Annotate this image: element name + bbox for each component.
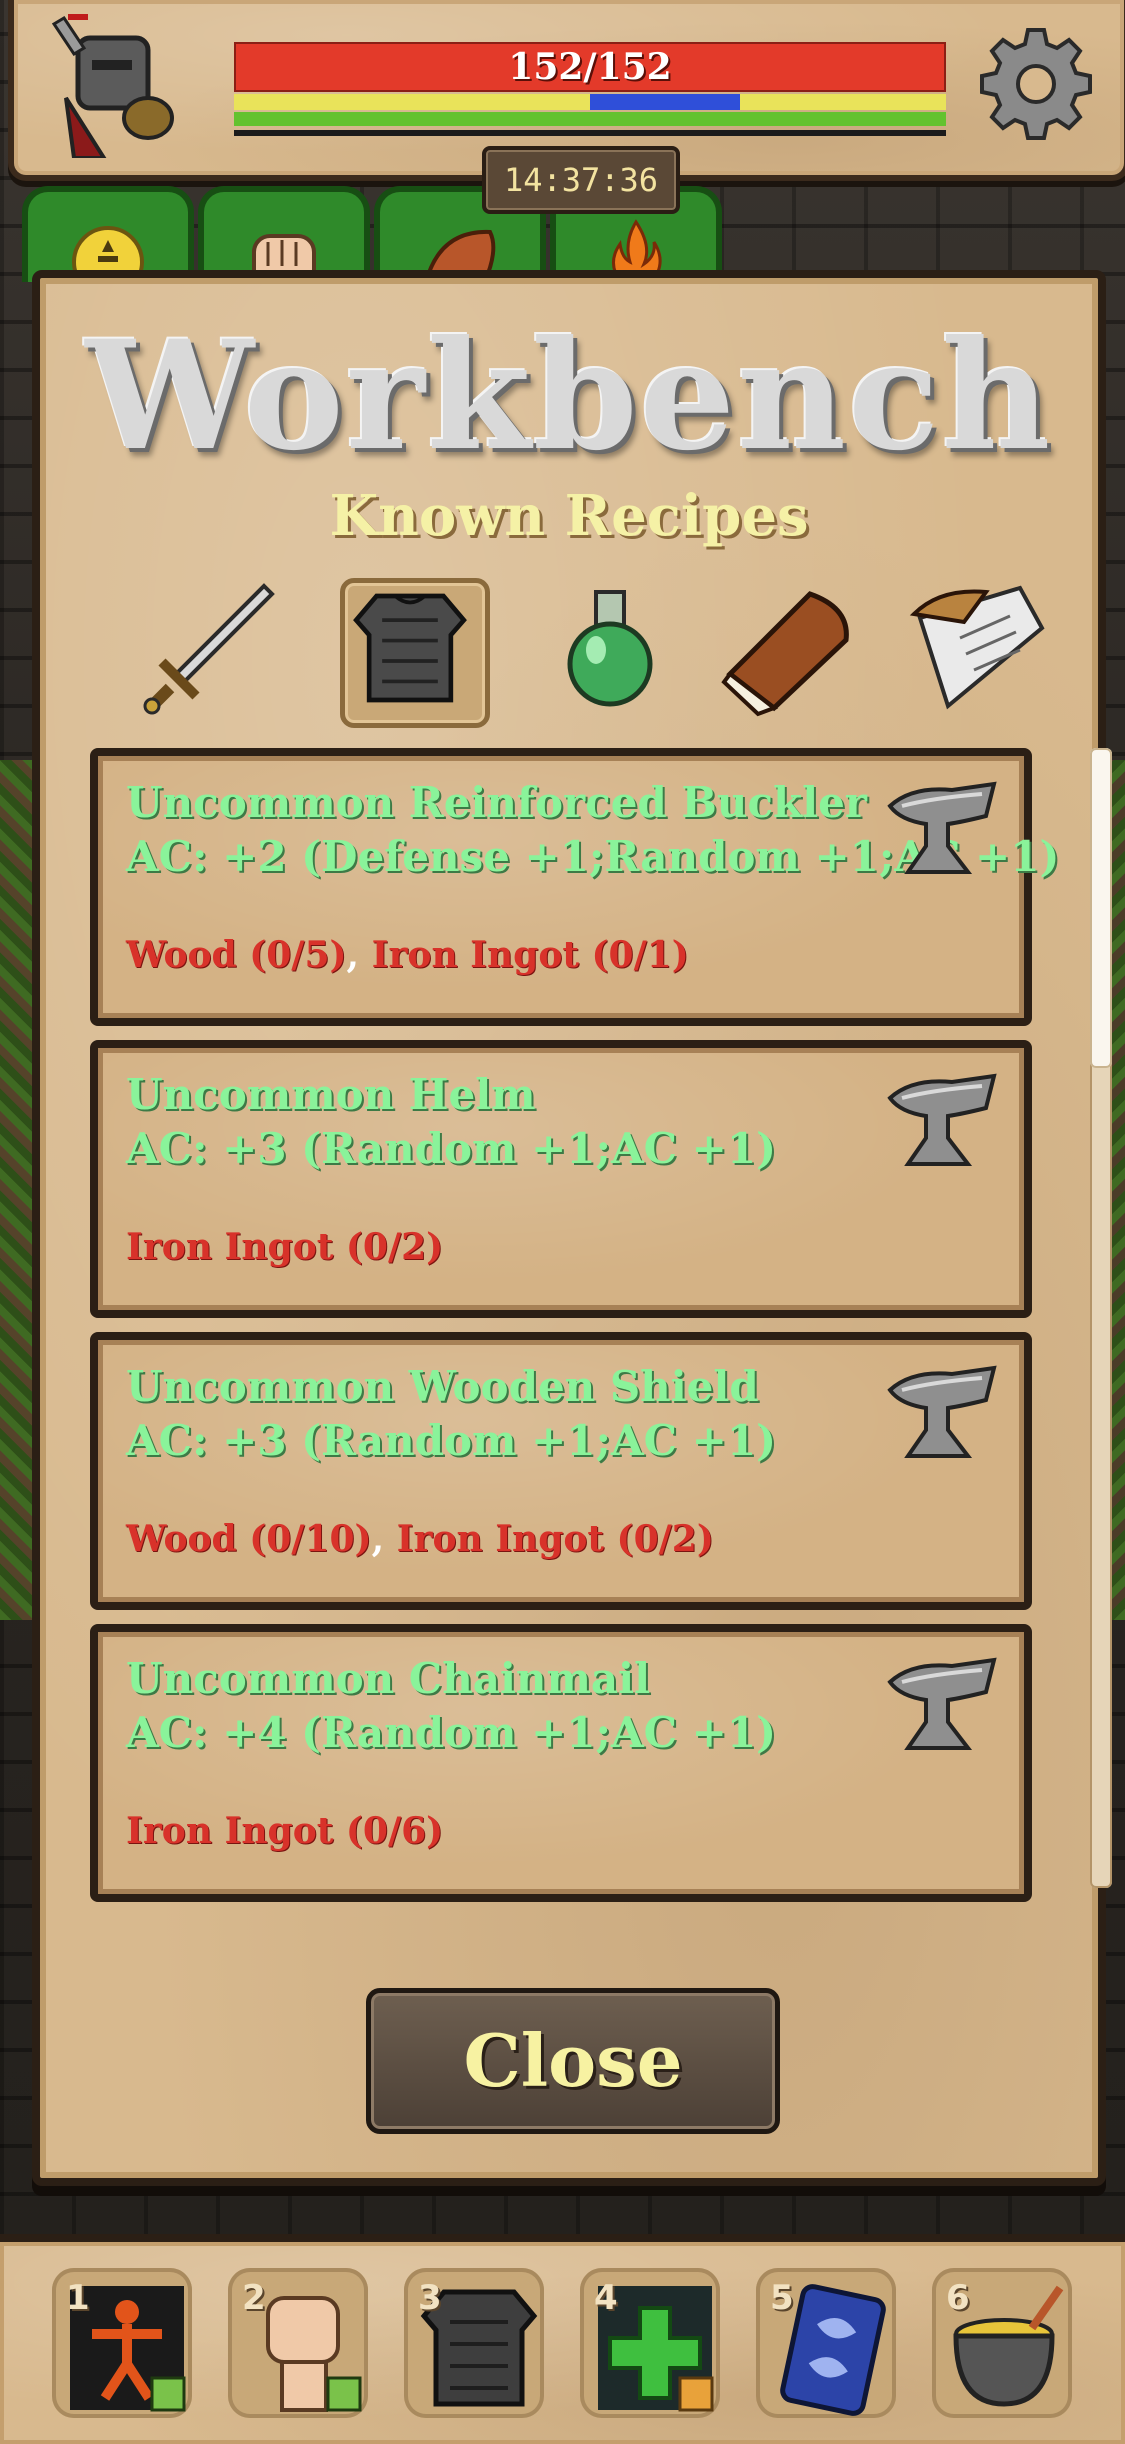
mana-bar-fill	[590, 94, 740, 110]
slot-number: 6	[946, 2278, 970, 2318]
requirement-separator: ,	[346, 934, 372, 976]
recipe-card[interactable]: Uncommon Wooden Shield AC: +3 (Random +1…	[90, 1332, 1032, 1610]
hotbar-slot-5[interactable]: 5	[756, 2268, 896, 2418]
recipe-stats: AC: +4 (Random +1;AC +1)	[126, 1708, 776, 1757]
hotbar-slot-1[interactable]: 1	[52, 2268, 192, 2418]
recipe-list-scrollbar[interactable]	[1090, 748, 1112, 1888]
filter-armor[interactable]	[340, 578, 490, 728]
health-value: 152/152	[508, 46, 672, 88]
experience-bar	[234, 112, 946, 126]
recipe-card[interactable]: Uncommon Reinforced Buckler AC: +2 (Defe…	[90, 748, 1059, 1026]
panel-title: Workbench	[85, 308, 1053, 484]
armor-icon	[353, 593, 467, 703]
slot-number: 4	[594, 2278, 618, 2318]
requirement-separator: ,	[371, 1518, 397, 1560]
recipe-requirements: Iron Ingot (0/6)	[126, 1810, 443, 1852]
filter-scrolls[interactable]	[900, 578, 1045, 718]
filter-potions[interactable]	[540, 578, 680, 718]
status-bars: 152/152	[234, 42, 946, 136]
filter-weapons[interactable]	[140, 578, 280, 718]
hunger-bar	[234, 130, 946, 136]
game-clock: 14:37:36	[482, 146, 680, 214]
anvil-icon	[887, 1073, 997, 1166]
requirement-item: Iron Ingot (0/2)	[126, 1226, 444, 1268]
slot-number: 2	[242, 2278, 266, 2318]
recipe-stats: AC: +3 (Random +1;AC +1)	[126, 1416, 776, 1465]
requirement-item: Iron Ingot (0/6)	[126, 1810, 444, 1852]
anvil-icon	[887, 1365, 997, 1458]
health-bar: 152/152	[234, 42, 946, 92]
recipe-requirements: Wood (0/10), Iron Ingot (0/2)	[126, 1518, 714, 1560]
recipe-stats: AC: +3 (Random +1;AC +1)	[126, 1124, 776, 1173]
hotbar-slot-4[interactable]: 4	[580, 2268, 720, 2418]
recipe-card[interactable]: Uncommon Helm AC: +3 (Random +1;AC +1) I…	[90, 1040, 1032, 1318]
bread-icon	[721, 591, 849, 717]
slot-number: 1	[66, 2278, 90, 2318]
slot-number: 5	[770, 2278, 794, 2318]
settings-gear-icon[interactable]	[976, 24, 1096, 144]
recipe-name: Uncommon Helm	[126, 1070, 536, 1119]
recipe-list[interactable]: Uncommon Reinforced Buckler AC: +2 (Defe…	[90, 748, 1112, 2168]
recipe-category-filters	[110, 578, 1060, 728]
hotbar-slot-2[interactable]: 2	[228, 2268, 368, 2418]
requirement-item: Iron Ingot (0/1)	[371, 934, 689, 976]
scroll-icon	[909, 585, 1045, 710]
slot-number: 3	[418, 2278, 442, 2318]
workbench-panel: Workbench Known Recipes Uncommon Reinfor…	[32, 270, 1112, 2186]
character-portrait-icon[interactable]	[44, 8, 194, 158]
scrollbar-thumb[interactable]	[1090, 748, 1112, 1068]
recipe-card[interactable]: Uncommon Chainmail AC: +4 (Random +1;AC …	[90, 1624, 1032, 1902]
bottom-hotbar: 1 2 3 4 5 6	[0, 2234, 1125, 2444]
hotbar-slot-6[interactable]: 6	[932, 2268, 1072, 2418]
recipe-requirements: Wood (0/5), Iron Ingot (0/1)	[126, 934, 689, 976]
requirement-item: Wood (0/5)	[126, 934, 347, 976]
hotbar-slot-3[interactable]: 3	[404, 2268, 544, 2418]
requirement-item: Iron Ingot (0/2)	[396, 1518, 714, 1560]
filter-food[interactable]	[720, 578, 860, 718]
anvil-icon	[887, 1657, 997, 1750]
tab-sun[interactable]	[22, 186, 194, 282]
recipe-name: Uncommon Wooden Shield	[126, 1362, 759, 1411]
close-button[interactable]: Close	[366, 1988, 780, 2134]
recipe-requirements: Iron Ingot (0/2)	[126, 1226, 443, 1268]
tab-fist[interactable]	[198, 186, 370, 282]
recipe-name: Uncommon Reinforced Buckler	[126, 778, 867, 827]
stamina-bar	[234, 94, 946, 110]
requirement-item: Wood (0/10)	[126, 1518, 372, 1560]
potion-icon	[567, 590, 653, 707]
recipe-name: Uncommon Chainmail	[126, 1654, 651, 1703]
sword-icon	[143, 583, 275, 715]
anvil-icon	[887, 781, 997, 874]
known-recipes-heading: Known Recipes	[329, 483, 809, 549]
